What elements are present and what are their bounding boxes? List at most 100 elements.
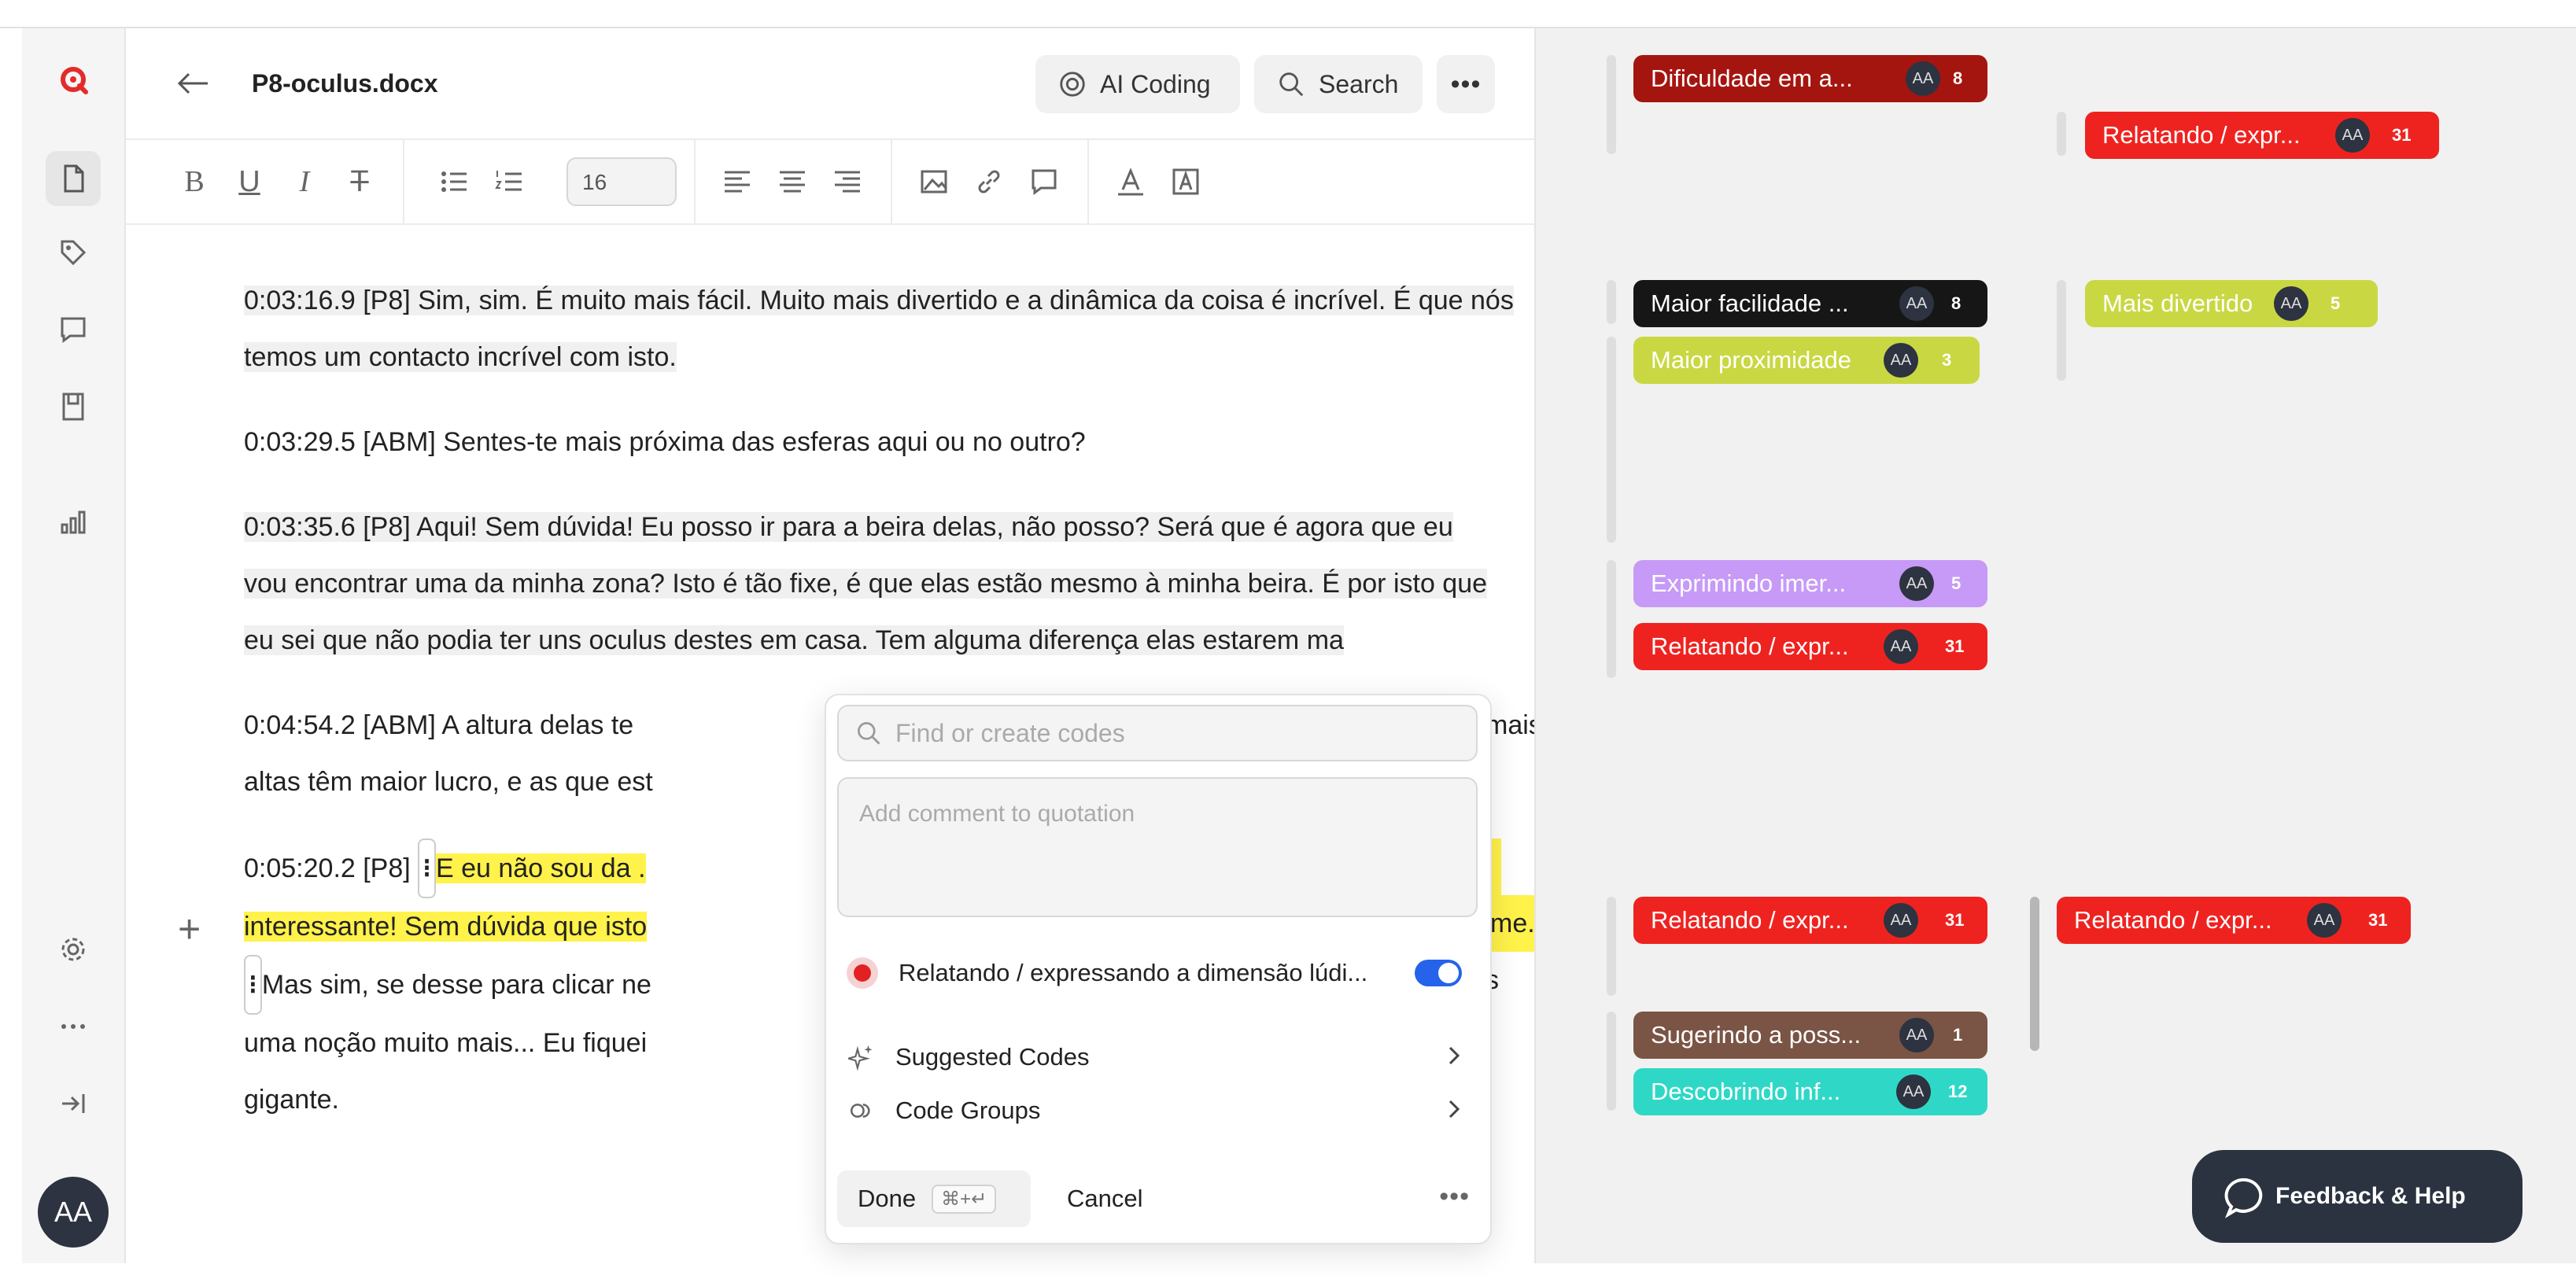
- paragraph-text[interactable]: 0:03:29.5 [ABM] Sentes-te mais próxima d…: [244, 427, 1086, 457]
- font-size-field[interactable]: 16: [566, 157, 677, 206]
- paragraph[interactable]: 0:03:35.6 [P8] Aqui! Sem dúvida! Eu poss…: [244, 499, 1495, 669]
- code-tag[interactable]: Relatando / expr... AA 31: [1633, 897, 1987, 944]
- quotation-comment-field[interactable]: [837, 777, 1478, 917]
- bulleted-list-icon[interactable]: [433, 160, 475, 203]
- collapse-sidebar-icon[interactable]: [46, 1076, 101, 1131]
- code-tag[interactable]: Exprimindo imer... AA 5: [1633, 560, 1987, 607]
- code-tag-count: 31: [2392, 125, 2412, 145]
- paragraph-text: 0:05:20.2 [P8]: [244, 853, 419, 883]
- align-left-icon[interactable]: [716, 160, 758, 203]
- link-icon[interactable]: [968, 160, 1010, 203]
- code-groups-icon: [850, 1104, 870, 1118]
- more-options-icon[interactable]: [46, 999, 101, 1054]
- codes-tag-icon[interactable]: [46, 225, 101, 280]
- app-logo-icon[interactable]: [46, 52, 101, 107]
- code-tag[interactable]: Dificuldade em a... AA 8: [1633, 55, 1987, 102]
- popup-more-icon[interactable]: •••: [1439, 1181, 1470, 1212]
- find-or-create-codes-input[interactable]: [894, 717, 1463, 749]
- quotation-bracket[interactable]: [1607, 55, 1616, 154]
- code-tag-count: 5: [2331, 293, 2341, 313]
- header-more-button[interactable]: •••: [1437, 55, 1495, 113]
- comment-icon[interactable]: [1023, 160, 1065, 203]
- code-tag[interactable]: Maior facilidade ... AA 8: [1633, 280, 1987, 327]
- cancel-button[interactable]: Cancel: [1067, 1185, 1143, 1213]
- done-label: Done: [858, 1185, 917, 1212]
- code-tag[interactable]: Relatando / expr... AA 31: [1633, 623, 1987, 670]
- align-center-icon[interactable]: [771, 160, 814, 203]
- memo-icon[interactable]: [46, 379, 101, 434]
- align-right-icon[interactable]: [826, 160, 869, 203]
- italic-icon[interactable]: I: [283, 160, 326, 203]
- done-button[interactable]: Done ⌘+↵: [837, 1170, 1031, 1227]
- highlighted-quotation[interactable]: interessante! Sem dúvida que isto: [244, 912, 648, 942]
- strikethrough-icon[interactable]: T: [338, 160, 381, 203]
- paragraph-text[interactable]: Mas sim, se desse para clicar ne: [262, 970, 651, 1000]
- code-tag-count: 31: [2368, 910, 2388, 930]
- search-button[interactable]: Search: [1254, 55, 1423, 113]
- ai-coding-button[interactable]: AI Coding: [1035, 55, 1240, 113]
- quotation-bracket[interactable]: [1607, 560, 1616, 678]
- code-color-dot-icon: [847, 957, 878, 989]
- applied-code-label: Relatando / expressando a dimensão lúdi.…: [899, 959, 1368, 986]
- highlighted-quotation[interactable]: E eu não sou da .: [435, 853, 646, 883]
- back-arrow-icon[interactable]: [173, 68, 212, 99]
- user-avatar[interactable]: AA: [38, 1177, 109, 1248]
- paragraph[interactable]: 0:03:16.9 [P8] Sim, sim. É muito mais fá…: [244, 272, 1566, 385]
- code-tag[interactable]: Maior proximidade AA 3: [1633, 337, 1980, 384]
- search-icon: [1279, 72, 1304, 97]
- paragraph-text[interactable]: 0:03:35.6 [P8] Aqui! Sem dúvida! Eu poss…: [244, 512, 1488, 655]
- find-code-search: [837, 705, 1478, 761]
- code-tag[interactable]: Mais divertido AA 5: [2085, 280, 2378, 327]
- quotation-bracket[interactable]: [1607, 897, 1616, 996]
- underline-icon[interactable]: U: [228, 160, 271, 203]
- toolbar-divider: [403, 140, 404, 223]
- code-tag-count: 31: [1945, 910, 1965, 930]
- analytics-icon[interactable]: [46, 494, 101, 549]
- paragraph-text[interactable]: 0:04:54.2 [ABM] A altura delas te: [244, 710, 633, 740]
- code-tag-avatar: AA: [1896, 1074, 1931, 1109]
- code-tag-avatar: AA: [1884, 629, 1918, 664]
- quote-handle-icon[interactable]: ⁝: [244, 955, 262, 1015]
- code-tag-avatar: AA: [1906, 61, 1940, 96]
- code-tag-label: Maior proximidade: [1651, 346, 1851, 374]
- quotation-bracket[interactable]: [1607, 337, 1616, 543]
- settings-gear-icon[interactable]: [46, 922, 101, 977]
- code-tag[interactable]: Descobrindo inf... AA 12: [1633, 1068, 1987, 1115]
- quotation-bracket[interactable]: [2057, 280, 2066, 381]
- insert-image-icon[interactable]: [913, 160, 955, 203]
- quotation-bracket[interactable]: [2057, 112, 2066, 156]
- add-plus-icon[interactable]: +: [178, 906, 201, 952]
- quotation-bracket[interactable]: [2030, 897, 2039, 1051]
- highlighted-quotation[interactable]: me.: [1490, 895, 1535, 952]
- code-tag-avatar: AA: [1884, 903, 1918, 938]
- code-toggle[interactable]: [1415, 960, 1462, 986]
- code-tag[interactable]: Relatando / expr... AA 31: [2057, 897, 2411, 944]
- text-color-icon[interactable]: [1109, 160, 1152, 203]
- paragraph-text[interactable]: 0:03:16.9 [P8] Sim, sim. É muito mais fá…: [244, 286, 1514, 372]
- paragraph-text[interactable]: gigante.: [244, 1085, 339, 1115]
- paragraph-text[interactable]: uma noção muito mais... Eu fiquei: [244, 1028, 647, 1058]
- paragraph-text[interactable]: altas têm maior lucro, e as que est: [244, 767, 653, 797]
- feedback-help-button[interactable]: Feedback & Help: [2192, 1150, 2522, 1243]
- highlight-icon[interactable]: [1164, 160, 1207, 203]
- code-tag-count: 5: [1951, 573, 1962, 593]
- suggested-codes-row[interactable]: Suggested Codes: [837, 1032, 1478, 1082]
- quotation-bracket[interactable]: [1607, 1012, 1616, 1111]
- numbered-list-icon[interactable]: [488, 160, 530, 203]
- code-tag[interactable]: Relatando / expr... AA 31: [2085, 112, 2439, 159]
- quotation-bracket[interactable]: [1607, 280, 1616, 324]
- documents-icon[interactable]: [46, 151, 101, 206]
- paragraph[interactable]: 0:03:29.5 [ABM] Sentes-te mais próxima d…: [244, 414, 1566, 470]
- code-groups-row[interactable]: Code Groups: [837, 1085, 1478, 1136]
- comments-icon[interactable]: [46, 302, 101, 357]
- code-tag-avatar: AA: [2307, 903, 2342, 938]
- code-tag-label: Relatando / expr...: [2074, 906, 2272, 934]
- quote-handle-icon[interactable]: ⁝: [418, 839, 436, 898]
- code-groups-label: Code Groups: [895, 1097, 1041, 1124]
- code-tag[interactable]: Sugerindo a poss... AA 1: [1633, 1012, 1987, 1059]
- code-tag-label: Exprimindo imer...: [1651, 569, 1847, 597]
- bold-icon[interactable]: B: [173, 160, 216, 203]
- chat-bubble-icon: [2224, 1178, 2263, 1218]
- search-label: Search: [1319, 69, 1399, 98]
- applied-code-row[interactable]: Relatando / expressando a dimensão lúdi.…: [837, 945, 1478, 1001]
